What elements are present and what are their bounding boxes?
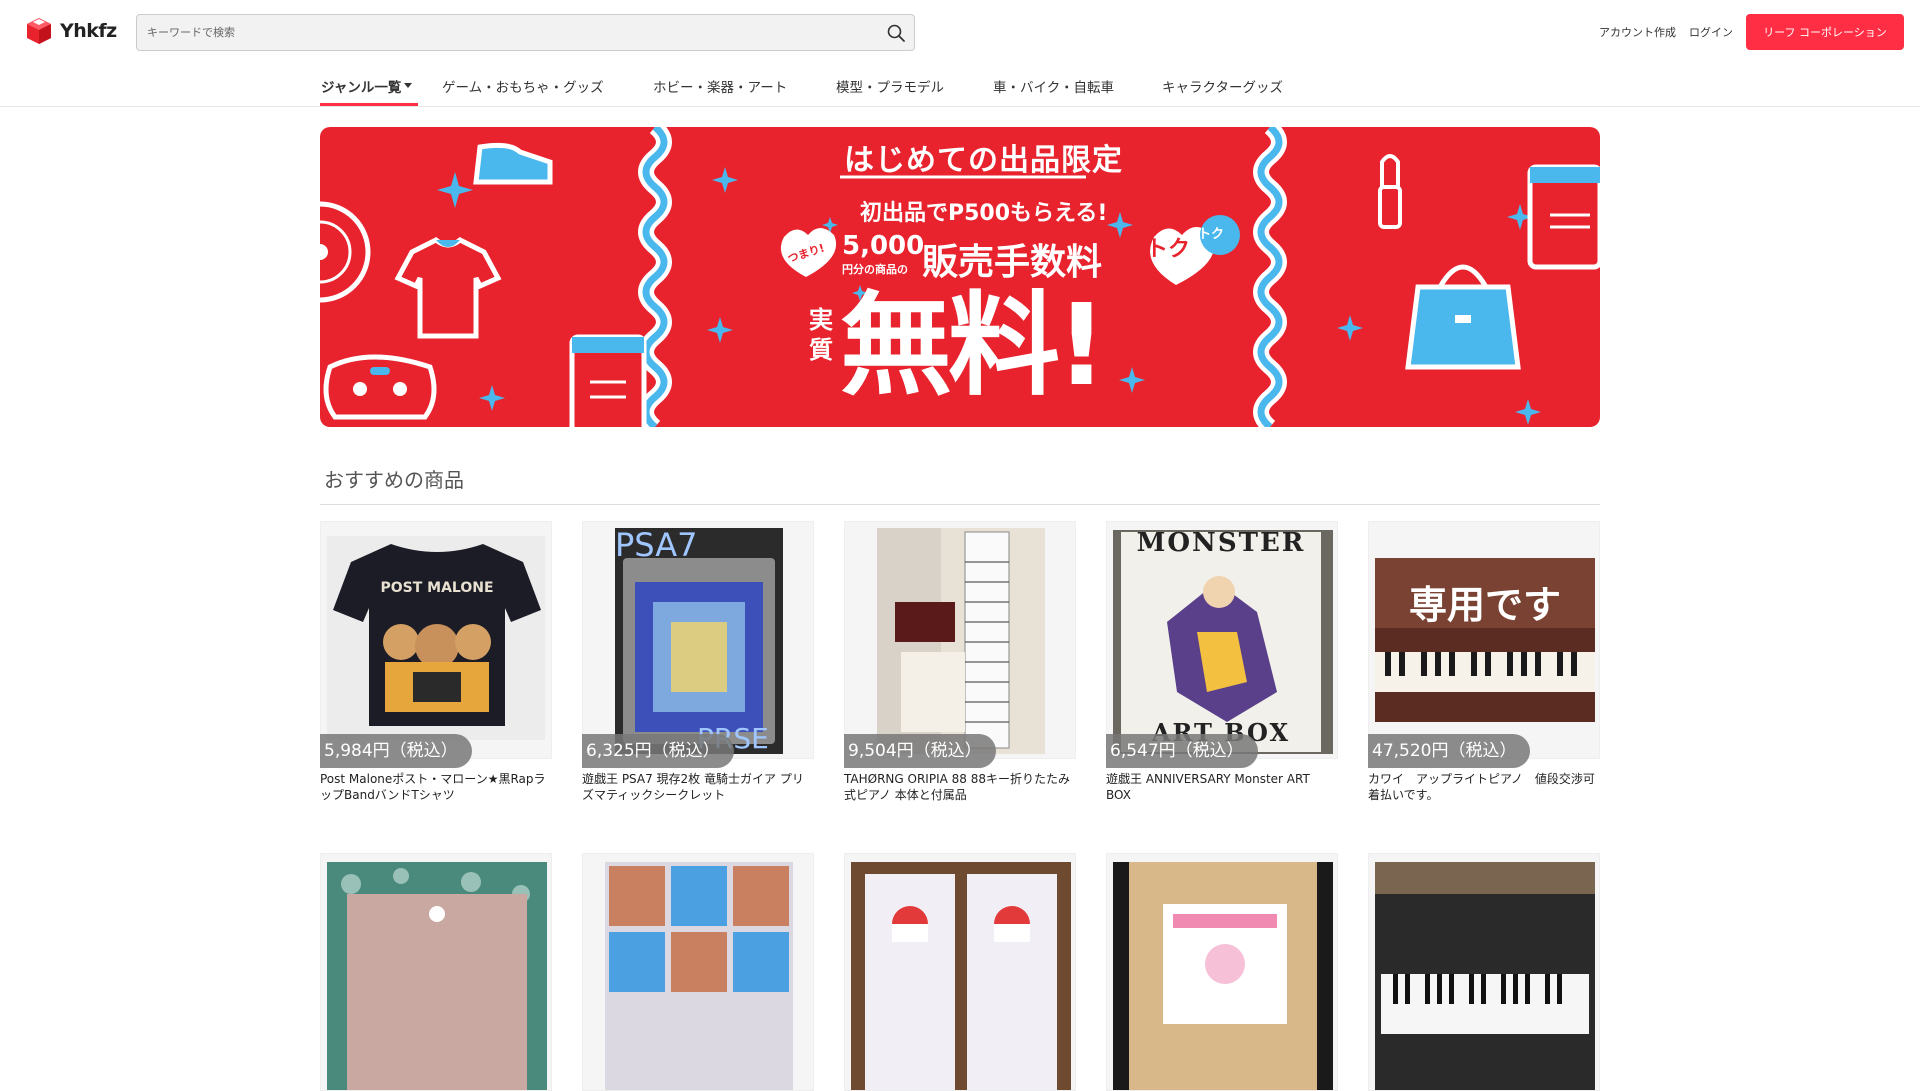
product-price: 5,984円（税込） xyxy=(320,734,472,768)
create-account-link[interactable]: アカウント作成 xyxy=(1599,24,1676,40)
banner-free: 無料! xyxy=(840,281,1107,411)
banner-amount-sub: 円分の商品の xyxy=(842,263,908,276)
product-name[interactable]: TAHØRNG ORIPIA 88 88キー折りたたみ式ピアノ 本体と付属品 xyxy=(844,771,1076,803)
product-image: 専用です xyxy=(1368,521,1600,759)
login-link[interactable]: ログイン xyxy=(1689,24,1733,40)
product-image xyxy=(1368,853,1600,1091)
logo[interactable]: Yhkfz xyxy=(24,16,117,46)
caret-down-icon xyxy=(404,82,413,88)
company-button[interactable]: リーフ コーポレーション xyxy=(1746,14,1904,50)
nav-character-goods[interactable]: キャラクターグッズ xyxy=(1162,76,1283,96)
product-image: MONSTER ART BOX xyxy=(1106,521,1338,759)
search-icon[interactable] xyxy=(886,23,906,43)
nav-active-indicator xyxy=(320,103,418,106)
nav-games-toys[interactable]: ゲーム・おもちゃ・グッズ xyxy=(442,76,604,96)
banner-amount: 5,000 xyxy=(842,231,925,261)
banner-title: はじめての出品限定 xyxy=(844,143,1123,178)
promo-banner[interactable]: はじめての出品限定 初出品でP500もらえる! つまり! 5,000 円分の商品… xyxy=(320,127,1600,427)
product-image xyxy=(320,853,552,1091)
product-image-label-top: 専用です xyxy=(1408,583,1561,627)
product-price: 9,504円（税込） xyxy=(844,734,996,768)
product-image-label-top: PSA7 xyxy=(615,526,698,564)
product-price: 6,547円（税込） xyxy=(1106,734,1258,768)
svg-text:POST MALONE: POST MALONE xyxy=(380,580,493,596)
product-image: POST MALONE xyxy=(320,521,552,759)
product-image xyxy=(582,853,814,1091)
nav-models[interactable]: 模型・プラモデル xyxy=(836,76,944,96)
product-name[interactable]: Post Maloneポスト・マローン★黒RapラップBandバンドTシャツ xyxy=(320,771,552,803)
header-links: アカウント作成 ログイン リーフ コーポレーション xyxy=(1599,14,1904,50)
product-image xyxy=(844,521,1076,759)
nav-hobby-instruments[interactable]: ホビー・楽器・アート xyxy=(653,76,787,96)
banner-toku-small: トク xyxy=(1198,227,1225,242)
product-name[interactable]: 遊戯王 ANNIVERSARY Monster ART BOX xyxy=(1106,771,1338,803)
logo-text: Yhkfz xyxy=(60,20,117,42)
product-name[interactable]: 遊戯王 PSA7 現存2枚 竜騎士ガイア プリズマティックシークレット xyxy=(582,771,814,803)
logo-cube-icon xyxy=(27,18,51,44)
search-input[interactable] xyxy=(137,15,857,50)
nav-genre-label: ジャンル一覧 xyxy=(321,80,402,96)
banner-jisshitsu: 実質 xyxy=(809,306,833,364)
header: Yhkfz アカウント作成 ログイン リーフ コーポレーション xyxy=(0,0,1920,64)
product-image: PSA7 PRSE xyxy=(582,521,814,759)
product-price: 6,325円（税込） xyxy=(582,734,734,768)
product-image xyxy=(1106,853,1338,1091)
banner-subtitle: 初出品でP500もらえる! xyxy=(860,201,1108,226)
nav-vehicles[interactable]: 車・バイク・自転車 xyxy=(993,76,1114,96)
section-divider xyxy=(320,504,1600,505)
nav-genre-list[interactable]: ジャンル一覧 xyxy=(321,76,413,96)
section-title: おすすめの商品 xyxy=(324,468,464,492)
category-nav: ジャンル一覧 ゲーム・おもちゃ・グッズ ホビー・楽器・アート 模型・プラモデル … xyxy=(0,64,1920,107)
search-bar xyxy=(136,14,915,51)
banner-fee: 販売手数料 xyxy=(922,242,1103,283)
product-name[interactable]: カワイ アップライトピアノ 値段交渉可 着払いです。 xyxy=(1368,771,1607,803)
banner-toku-badge: トク xyxy=(1146,237,1191,262)
product-image xyxy=(844,853,1076,1091)
product-price: 47,520円（税込） xyxy=(1368,734,1531,768)
product-image-label-top: MONSTER xyxy=(1136,528,1306,558)
